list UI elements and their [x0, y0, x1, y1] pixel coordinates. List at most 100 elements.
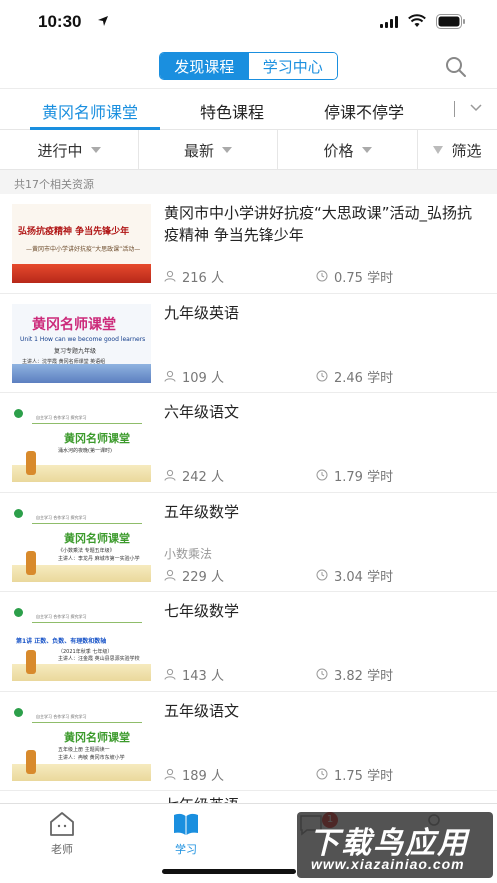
- learner-count: 109 人: [182, 370, 224, 386]
- thumbnail-topic: 涌水河的夜晚(第一课时): [58, 448, 112, 454]
- study-hours: 3.82 学时: [334, 669, 394, 684]
- thumbnail-motto: 自主学习 合作学习 探究学习: [36, 514, 87, 520]
- site-watermark: 下载鸟应用 www.xiazainiao.com: [297, 812, 493, 878]
- course-thumbnail: 黄冈名师课堂 Unit 1 How can we become good lea…: [12, 303, 151, 383]
- thumbnail-lecturer: 主讲人：汪金霞 英山县思源实验学校: [58, 656, 140, 662]
- battery-icon: [436, 14, 465, 29]
- tab-study-label: 学习: [175, 843, 197, 856]
- filter-status[interactable]: 进行中: [0, 130, 139, 170]
- scarecrow-icon: [26, 550, 36, 575]
- course-segmented-control: 发现课程 学习中心: [159, 52, 338, 80]
- learner-count: 229 人: [182, 569, 224, 585]
- person-icon: [164, 768, 176, 780]
- tab-study[interactable]: 学习: [151, 808, 221, 858]
- course-thumbnail: 弘扬抗疫精神 争当先锋少年 —黄冈市中小学讲好抗疫“大思政课”活动—: [12, 204, 151, 283]
- learner-count: 189 人: [182, 768, 224, 784]
- school-logo-icon: [14, 409, 23, 418]
- cellular-signal-icon: [380, 16, 398, 28]
- filter-price-label: 价格: [323, 141, 354, 160]
- filter-label: 筛选: [451, 141, 482, 160]
- school-logo-icon: [14, 707, 23, 717]
- course-item[interactable]: 自主学习 合作学习 探究学习 黄冈名师课堂 涌水河的夜晚(第一课时) 六年级语文…: [0, 393, 497, 493]
- tab-featured-courses[interactable]: 特色课程: [200, 99, 264, 123]
- person-icon: [164, 270, 176, 282]
- caret-down-icon: [90, 147, 101, 153]
- person-icon: [164, 370, 176, 382]
- status-time: 10:30: [38, 12, 82, 31]
- filter-funnel-icon: [433, 146, 444, 154]
- course-title: 七年级数学: [164, 602, 240, 620]
- course-item[interactable]: 自主学习 合作学习 探究学习 黄冈名师课堂 《小数乘法 专题五年级》 主讲人：李…: [0, 492, 497, 592]
- open-book-icon: [174, 813, 198, 835]
- thumbnail-motto: 自主学习 合作学习 探究学习: [36, 614, 87, 619]
- clock-icon: [316, 668, 328, 680]
- tab-huanggang-teacher-class[interactable]: 黄冈名师课堂: [42, 99, 138, 123]
- study-hours: 0.75 学时: [334, 271, 394, 286]
- home-indicator: [162, 869, 296, 874]
- filter-button[interactable]: 筛选: [418, 130, 497, 170]
- course-thumbnail: 自主学习 合作学习 探究学习 黄冈名师课堂 涌水河的夜晚(第一课时): [12, 403, 151, 482]
- scarecrow-icon: [26, 650, 36, 674]
- filter-status-label: 进行中: [37, 141, 83, 160]
- study-hours: 3.04 学时: [334, 569, 394, 585]
- tab-school-suspended-learning[interactable]: 停课不停学: [324, 99, 404, 123]
- course-title: 五年级数学: [164, 502, 240, 521]
- wifi-icon: [408, 14, 426, 27]
- person-icon: [164, 569, 176, 581]
- teacher-house-icon: [50, 812, 74, 836]
- thumbnail-banner: [12, 264, 151, 283]
- course-item[interactable]: 自主学习 合作学习 探究学习 第1讲 正数、负数、有理数和数轴 （2021年秋季…: [0, 592, 497, 692]
- thumbnail-motto: 自主学习 合作学习 探究学习: [36, 415, 87, 420]
- course-item[interactable]: 弘扬抗疫精神 争当先锋少年 —黄冈市中小学讲好抗疫“大思政课”活动— 黄冈市中小…: [0, 194, 497, 294]
- school-logo-icon: [14, 608, 23, 617]
- chevron-down-icon[interactable]: [470, 103, 482, 113]
- course-title: 五年级语文: [164, 701, 240, 720]
- search-icon[interactable]: [444, 55, 468, 79]
- thumbnail-lecture: 第1讲 正数、负数、有理数和数轴: [16, 638, 107, 645]
- course-thumbnail: 自主学习 合作学习 探究学习 黄冈名师课堂 五年级上册 主题阅读一 主讲人：冉敏…: [12, 701, 151, 781]
- clock-icon: [316, 270, 328, 282]
- tabs-divider: [454, 101, 455, 117]
- scarecrow-icon: [26, 749, 36, 774]
- clock-icon: [316, 768, 328, 779]
- course-title: 九年级英语: [164, 303, 240, 322]
- thumbnail-title: 弘扬抗疫精神 争当先锋少年: [18, 227, 130, 237]
- result-count-bar: 共17个相关资源: [0, 170, 497, 194]
- course-thumbnail: 自主学习 合作学习 探究学习 第1讲 正数、负数、有理数和数轴 （2021年秋季…: [12, 602, 151, 681]
- filter-sort-label: 最新: [183, 141, 214, 160]
- course-subtitle: 小数乘法: [164, 546, 213, 561]
- thumbnail-title: 黄冈名师课堂: [64, 432, 130, 445]
- scarecrow-icon: [26, 451, 36, 475]
- thumbnail-title: 黄冈名师课堂: [32, 316, 116, 333]
- tab-teacher[interactable]: 老师: [27, 808, 97, 858]
- result-count: 共17个相关资源: [14, 178, 94, 191]
- course-list: 弘扬抗疫精神 争当先锋少年 —黄冈市中小学讲好抗疫“大思政课”活动— 黄冈市中小…: [0, 194, 497, 791]
- location-arrow-icon: [98, 16, 108, 26]
- course-title: 黄冈市中小学讲好抗疫“大思政课”活动_弘扬抗疫精神 争当先锋少年: [164, 204, 473, 244]
- status-bar: 10:30: [0, 0, 497, 46]
- thumbnail-motto: 自主学习 合作学习 探究学习: [36, 713, 87, 719]
- thumbnail-title: 黄冈名师课堂: [64, 730, 130, 744]
- course-item[interactable]: 黄冈名师课堂 Unit 1 How can we become good lea…: [0, 293, 497, 393]
- filter-bar: 进行中 最新 价格 筛选: [0, 130, 497, 170]
- segment-discover-courses[interactable]: 发现课程: [160, 53, 249, 79]
- study-hours: 1.79 学时: [334, 470, 394, 485]
- clock-icon: [316, 469, 328, 481]
- thumbnail-topic: 五年级上册 主题阅读一: [58, 746, 110, 753]
- learner-count: 143 人: [182, 669, 224, 684]
- course-item[interactable]: 自主学习 合作学习 探究学习 黄冈名师课堂 五年级上册 主题阅读一 主讲人：冉敏…: [0, 691, 497, 791]
- segment-learning-center[interactable]: 学习中心: [248, 53, 337, 79]
- caret-down-icon: [361, 147, 372, 153]
- person-icon: [164, 668, 176, 680]
- clock-icon: [316, 370, 328, 381]
- thumbnail-rule: [32, 522, 142, 524]
- thumbnail-topic: 复习专题九年级: [54, 347, 97, 355]
- thumbnail-rule: [32, 721, 142, 723]
- top-header: 发现课程 学习中心: [0, 46, 497, 88]
- filter-sort[interactable]: 最新: [139, 130, 278, 170]
- course-thumbnail: 自主学习 合作学习 探究学习 黄冈名师课堂 《小数乘法 专题五年级》 主讲人：李…: [12, 502, 151, 582]
- tab-teacher-label: 老师: [51, 843, 73, 856]
- filter-price[interactable]: 价格: [278, 130, 418, 170]
- thumbnail-topic: （2021年秋季 七年级）: [58, 649, 113, 655]
- thumbnail-lecturer: 主讲人：李龙丹 麻城市第一实验小学: [58, 555, 140, 562]
